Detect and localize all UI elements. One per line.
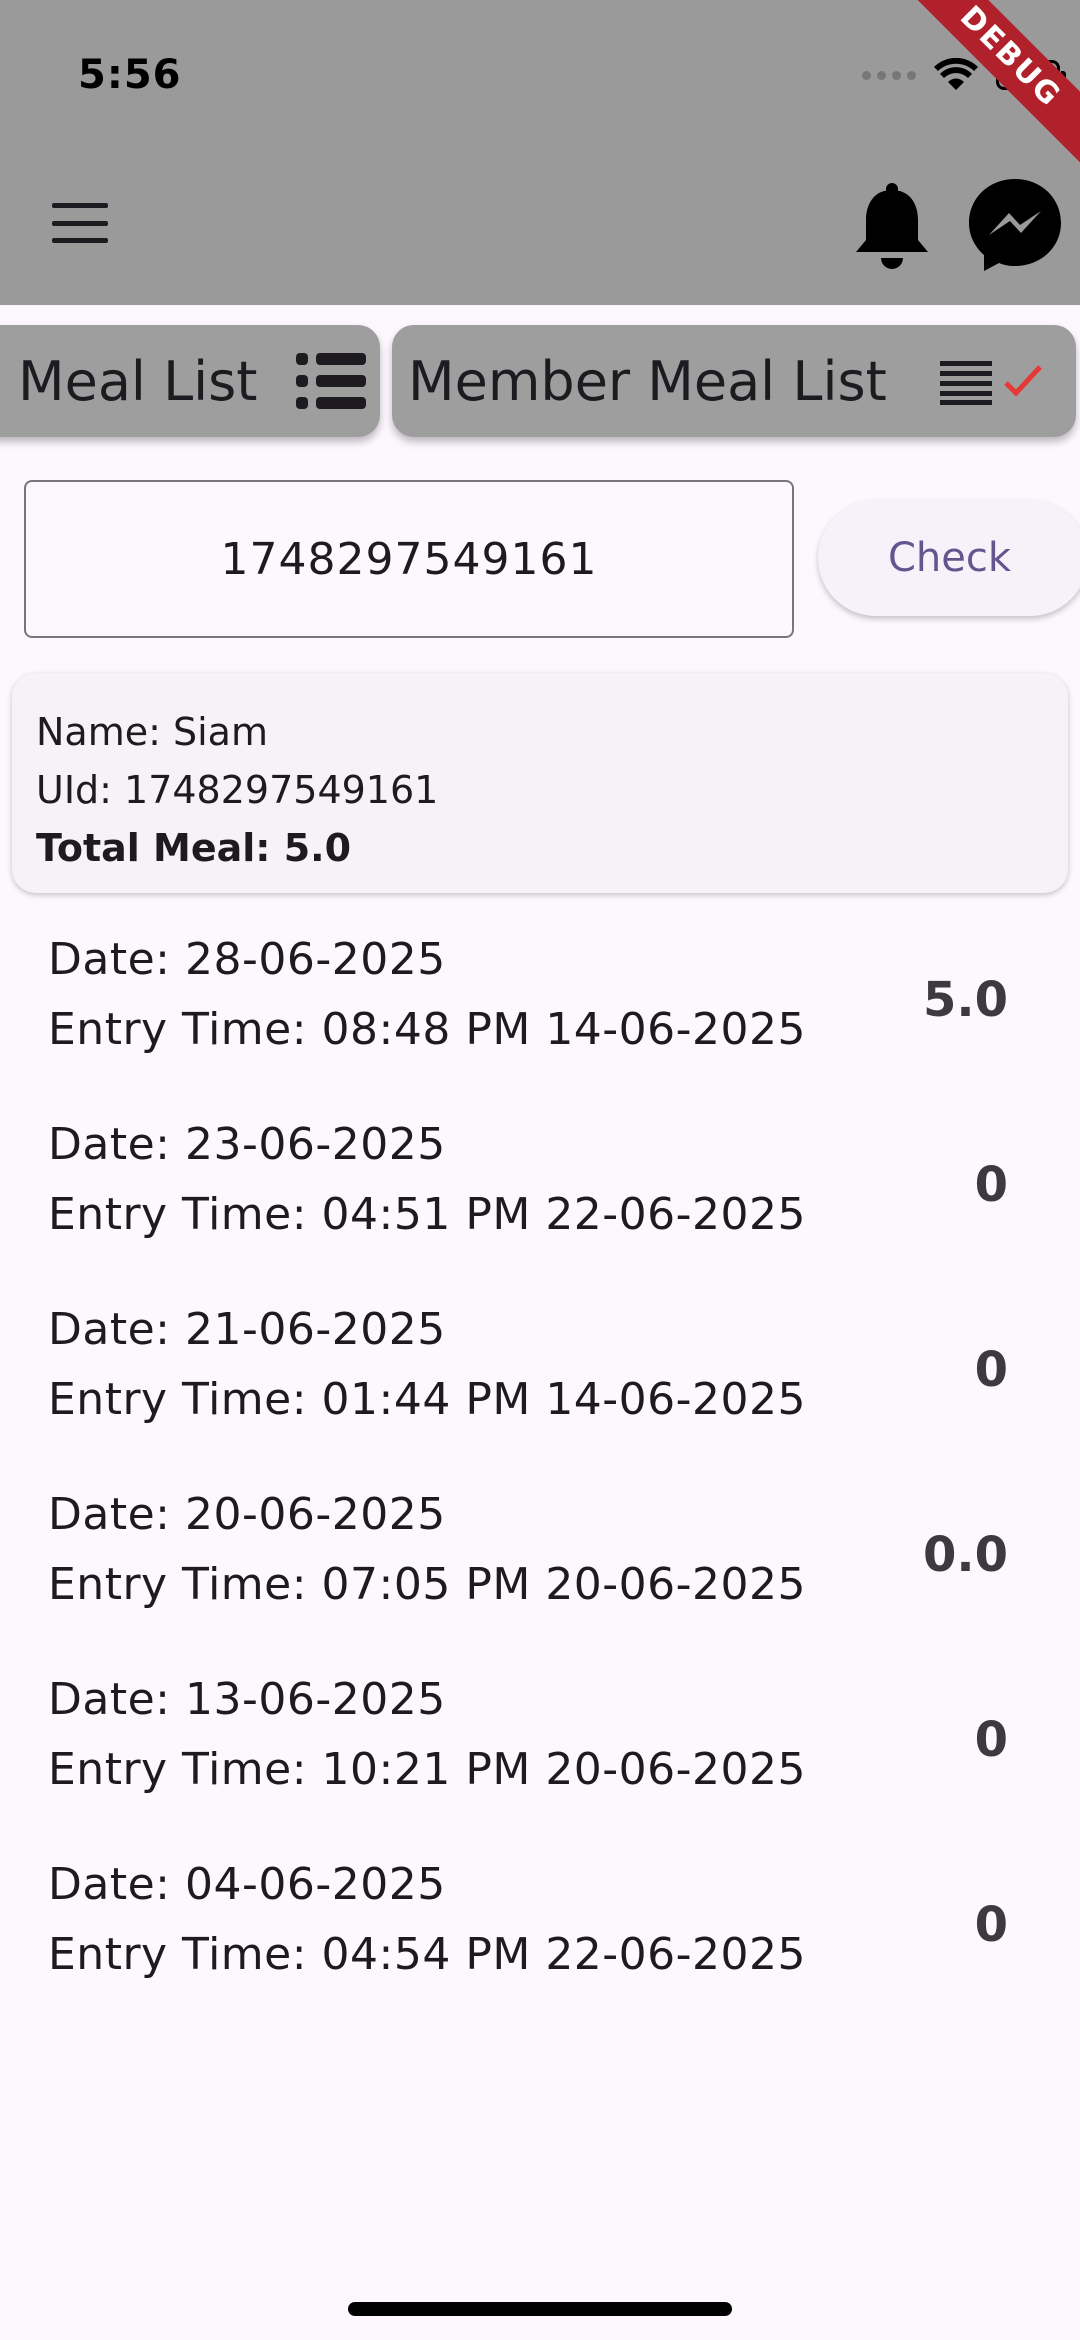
meal-count: 0: [974, 1897, 1008, 1953]
uid-input[interactable]: [24, 480, 794, 638]
tab-member-meal-list-label: Member Meal List: [408, 349, 887, 413]
meal-entry-time: Entry Time: 04:54 PM 22-06-2025: [48, 1929, 807, 1980]
meal-date: Date: 21-06-2025: [48, 1304, 446, 1355]
meal-count: 0: [974, 1342, 1008, 1398]
home-indicator[interactable]: [348, 2302, 732, 2316]
debug-banner: DEBUG: [875, 0, 1080, 192]
list-item[interactable]: Date: 21-06-2025 Entry Time: 01:44 PM 14…: [0, 1290, 1080, 1475]
bell-icon[interactable]: [852, 182, 932, 272]
meal-count: 0: [974, 1157, 1008, 1213]
meal-entry-time: Entry Time: 01:44 PM 14-06-2025: [48, 1374, 807, 1425]
list-item[interactable]: Date: 28-06-2025 Entry Time: 08:48 PM 14…: [0, 920, 1080, 1105]
menu-icon[interactable]: [52, 203, 108, 243]
app-header: 5:56 DEBUG: [0, 0, 1080, 305]
meal-list: Date: 28-06-2025 Entry Time: 08:48 PM 14…: [0, 920, 1080, 2030]
meal-count: 0: [974, 1712, 1008, 1768]
member-name: Name: Siam: [36, 710, 268, 754]
meal-date: Date: 04-06-2025: [48, 1859, 446, 1910]
list-check-icon: [940, 361, 1042, 405]
member-uid: UId: 1748297549161: [36, 768, 439, 812]
meal-entry-time: Entry Time: 08:48 PM 14-06-2025: [48, 1004, 807, 1055]
wifi-icon: [934, 58, 978, 90]
meal-entry-time: Entry Time: 07:05 PM 20-06-2025: [48, 1559, 807, 1610]
member-total-meal: Total Meal: 5.0: [36, 826, 352, 870]
list-item[interactable]: Date: 04-06-2025 Entry Time: 04:54 PM 22…: [0, 1845, 1080, 2030]
tab-bar: Meal List Member Meal List: [0, 325, 1080, 437]
status-time: 5:56: [78, 52, 182, 98]
meal-date: Date: 20-06-2025: [48, 1489, 446, 1540]
signal-dots-icon: [862, 70, 916, 80]
tab-meal-list-label: Meal List: [18, 349, 258, 413]
check-button[interactable]: Check: [818, 500, 1080, 616]
list-item[interactable]: Date: 20-06-2025 Entry Time: 07:05 PM 20…: [0, 1475, 1080, 1660]
meal-entry-time: Entry Time: 10:21 PM 20-06-2025: [48, 1744, 807, 1795]
tab-member-meal-list[interactable]: Member Meal List: [392, 325, 1076, 437]
tab-meal-list[interactable]: Meal List: [0, 325, 380, 437]
meal-count: 5.0: [922, 972, 1008, 1028]
list-icon: [296, 353, 366, 409]
meal-date: Date: 13-06-2025: [48, 1674, 446, 1725]
meal-count: 0.0: [922, 1527, 1008, 1583]
member-info-card: Name: Siam UId: 1748297549161 Total Meal…: [12, 673, 1068, 893]
list-item[interactable]: Date: 13-06-2025 Entry Time: 10:21 PM 20…: [0, 1660, 1080, 1845]
messenger-icon[interactable]: [965, 175, 1065, 275]
meal-entry-time: Entry Time: 04:51 PM 22-06-2025: [48, 1189, 807, 1240]
meal-date: Date: 23-06-2025: [48, 1119, 446, 1170]
meal-date: Date: 28-06-2025: [48, 934, 446, 985]
list-item[interactable]: Date: 23-06-2025 Entry Time: 04:51 PM 22…: [0, 1105, 1080, 1290]
